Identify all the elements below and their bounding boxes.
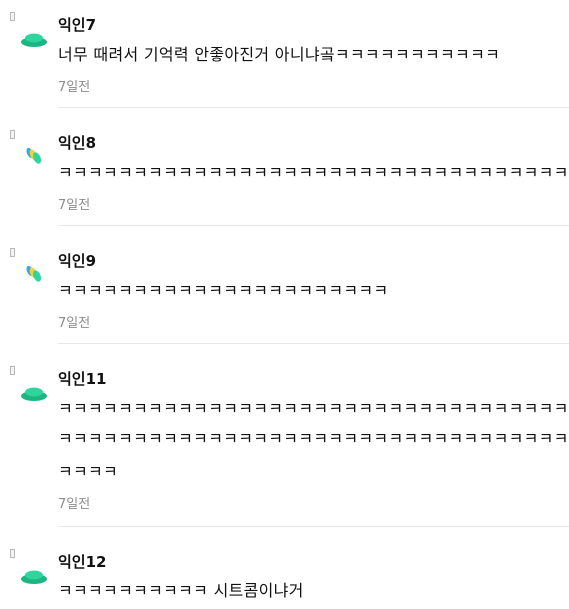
comment-text: ㅋㅋㅋㅋㅋㅋㅋㅋㅋㅋㅋㅋㅋㅋㅋㅋㅋㅋㅋㅋㅋㅋ	[58, 281, 389, 300]
comment-text: ㅋㅋㅋㅋㅋㅋㅋㅋㅋㅋ 시트콤이냐거	[58, 581, 304, 600]
divider	[58, 107, 569, 108]
comment-text: 너무 때려서 기억력 안좋아진거 아니냐곸ㅋㅋㅋㅋㅋㅋㅋㅋㅋㅋㅋ	[58, 45, 501, 64]
comment-item: 익인9 ㅋㅋㅋㅋㅋㅋㅋㅋㅋㅋㅋㅋㅋㅋㅋㅋㅋㅋㅋㅋㅋㅋ 7일전	[0, 248, 569, 358]
divider	[58, 225, 569, 226]
green-stack-icon	[21, 387, 47, 401]
comment-time: 7일전	[58, 80, 91, 95]
comment-item: 익인12 ㅋㅋㅋㅋㅋㅋㅋㅋㅋㅋ 시트콤이냐거	[0, 549, 569, 609]
avatar[interactable]	[8, 130, 48, 174]
comment-text: ㅋㅋㅋㅋㅋㅋㅋㅋㅋㅋㅋㅋㅋㅋㅋㅋㅋㅋㅋㅋㅋㅋㅋㅋㅋㅋㅋㅋㅋㅋㅋㅋㅋㅋㅋㅋㅋ	[58, 429, 569, 448]
comment-text: ㅋㅋㅋㅋㅋㅋㅋㅋㅋㅋㅋㅋㅋㅋㅋㅋㅋㅋㅋㅋㅋㅋㅋㅋㅋㅋㅋㅋㅋㅋㅋㅋㅋㅋㅋㅋㅋ	[58, 163, 569, 182]
comment-text: ㅋㅋㅋㅋ	[58, 462, 119, 481]
multicolor-pills-icon	[26, 147, 42, 164]
comment-author[interactable]: 익인9	[58, 252, 96, 270]
comment-time: 7일전	[58, 497, 91, 512]
comment-time: 7일전	[58, 198, 91, 213]
comment-time: 7일전	[58, 316, 91, 331]
divider	[58, 526, 569, 527]
avatar[interactable]	[8, 12, 48, 56]
comment-item: 익인8 ㅋㅋㅋㅋㅋㅋㅋㅋㅋㅋㅋㅋㅋㅋㅋㅋㅋㅋㅋㅋㅋㅋㅋㅋㅋㅋㅋㅋㅋㅋㅋㅋㅋㅋㅋㅋ…	[0, 130, 569, 240]
avatar[interactable]	[8, 549, 48, 593]
divider	[58, 343, 569, 344]
avatar[interactable]	[8, 366, 48, 410]
comment-author[interactable]: 익인7	[58, 16, 96, 34]
comment-author[interactable]: 익인11	[58, 370, 106, 388]
comment-author[interactable]: 익인12	[58, 553, 106, 571]
comment-item: 익인11 ㅋㅋㅋㅋㅋㅋㅋㅋㅋㅋㅋㅋㅋㅋㅋㅋㅋㅋㅋㅋㅋㅋㅋㅋㅋㅋㅋㅋㅋㅋㅋㅋㅋㅋㅋ…	[0, 366, 569, 536]
comment-author[interactable]: 익인8	[58, 134, 96, 152]
avatar[interactable]	[8, 248, 48, 292]
green-stack-icon	[21, 33, 47, 47]
comment-text: ㅋㅋㅋㅋㅋㅋㅋㅋㅋㅋㅋㅋㅋㅋㅋㅋㅋㅋㅋㅋㅋㅋㅋㅋㅋㅋㅋㅋㅋㅋㅋㅋㅋㅋㅋㅋㅋ	[58, 399, 569, 418]
comment-item: 익인7 너무 때려서 기억력 안좋아진거 아니냐곸ㅋㅋㅋㅋㅋㅋㅋㅋㅋㅋㅋ 7일전	[0, 12, 569, 122]
green-stack-icon	[21, 570, 47, 584]
multicolor-pills-icon	[26, 265, 42, 282]
